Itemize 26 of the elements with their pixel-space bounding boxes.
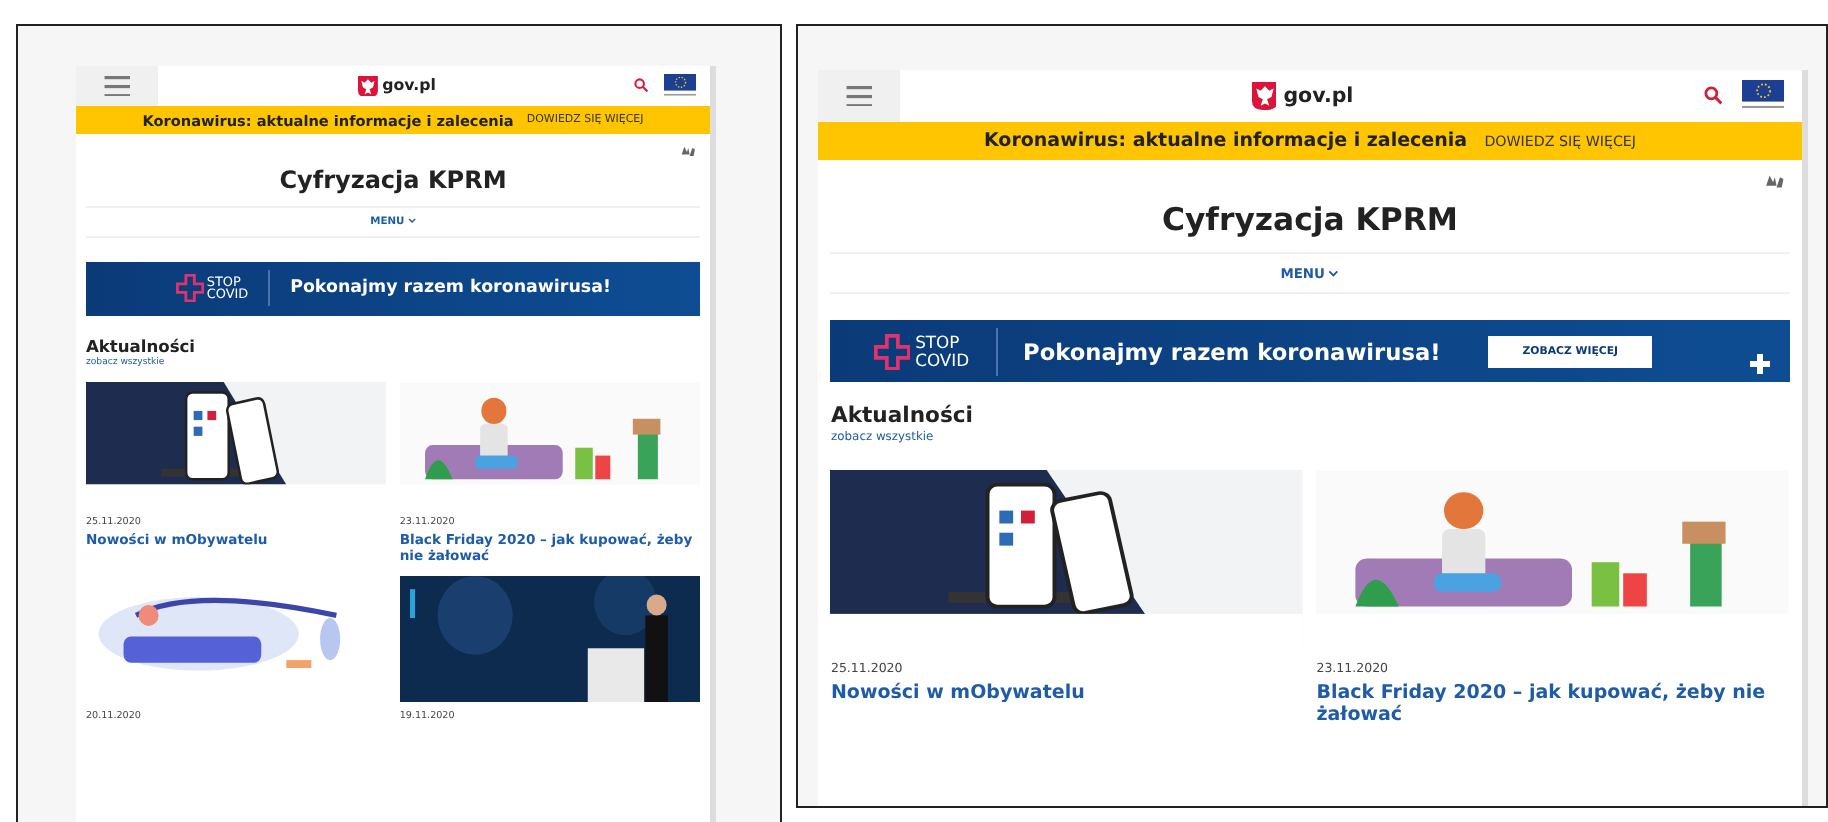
chevron-down-icon xyxy=(407,218,416,225)
eagle-emblem-icon xyxy=(357,75,378,97)
stop-covid-logo-text: STOP COVID xyxy=(915,334,970,369)
section-heading: Aktualności xyxy=(830,402,975,429)
cross-logo-icon xyxy=(874,333,911,370)
banner-text: Pokonajmy razem koronawirusa! xyxy=(1023,337,1441,366)
alert-text: Koronawirus: aktualne informacje i zalecenia xyxy=(983,129,1468,152)
cross-logo-icon xyxy=(175,274,204,303)
site-logo-text[interactable]: gov.pl xyxy=(1283,83,1354,108)
section-heading: Aktualności xyxy=(85,335,198,356)
article-title-link[interactable]: Black Friday 2020 – jak kupować, żeby nie żałować xyxy=(1316,682,1790,727)
banner-text: Pokonajmy razem koronawirusa! xyxy=(290,278,611,299)
site-title: Cyfryzacja KPRM xyxy=(277,165,509,194)
article-title-link[interactable]: Nowości w mObywatelu xyxy=(830,682,1304,705)
menu-button[interactable] xyxy=(818,70,901,122)
site-title: Cyfryzacja KPRM xyxy=(1159,199,1461,238)
eu-flag-icon xyxy=(663,74,697,98)
search-icon xyxy=(634,78,649,93)
eagle-emblem-icon xyxy=(1251,81,1277,110)
chevron-down-icon xyxy=(1328,269,1340,278)
eu-flag-icon xyxy=(1741,80,1785,111)
search-icon xyxy=(1703,86,1723,106)
menu-button[interactable] xyxy=(76,66,159,106)
menu-icon xyxy=(846,85,873,107)
menu-icon xyxy=(104,75,131,97)
plus-icon xyxy=(1749,354,1770,375)
